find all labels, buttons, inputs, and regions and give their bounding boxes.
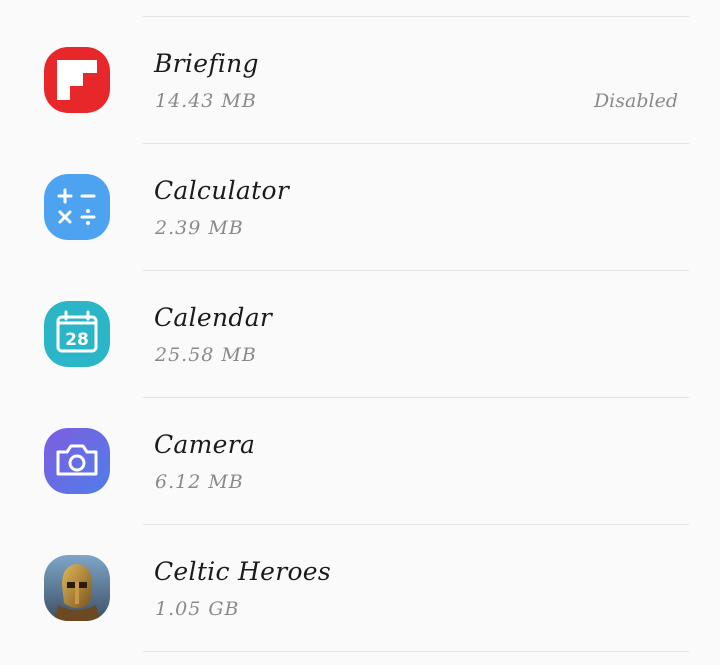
app-row-calculator[interactable]: Calculator 2.39 MB <box>0 143 720 269</box>
app-name: Camera <box>154 430 256 459</box>
calendar-icon: 28 <box>44 301 110 367</box>
app-size: 1.05 GB <box>155 598 240 620</box>
flipboard-icon <box>44 47 110 113</box>
calendar-date: 28 <box>65 330 89 350</box>
divider <box>143 651 689 652</box>
app-name: Celtic Heroes <box>154 557 332 586</box>
calculator-icon <box>44 174 110 240</box>
app-size: 2.39 MB <box>155 217 244 239</box>
app-row-calendar[interactable]: 28 Calendar 25.58 MB <box>0 270 720 396</box>
app-size: 14.43 MB <box>155 90 257 112</box>
app-name: Calculator <box>154 176 290 205</box>
app-size: 6.12 MB <box>155 471 244 493</box>
camera-icon <box>44 428 110 494</box>
app-row-camera[interactable]: Camera 6.12 MB <box>0 397 720 523</box>
celtic-heroes-icon <box>44 555 110 621</box>
app-name: Calendar <box>154 303 273 332</box>
app-name: Briefing <box>154 49 259 78</box>
app-size: 25.58 MB <box>155 344 257 366</box>
app-row-celtic-heroes[interactable]: Celtic Heroes 1.05 GB <box>0 524 720 650</box>
app-row-briefing[interactable]: Briefing 14.43 MB Disabled <box>0 16 720 142</box>
app-status: Disabled <box>593 90 678 112</box>
